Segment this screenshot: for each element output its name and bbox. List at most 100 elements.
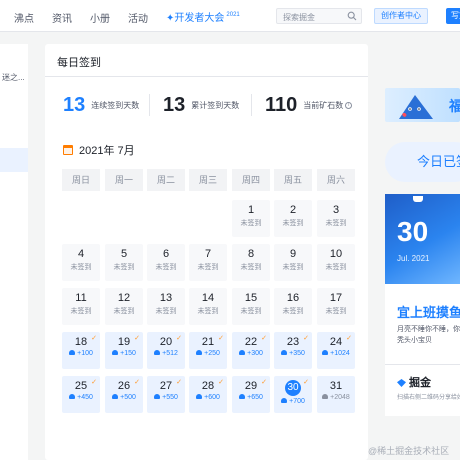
- day-number: 8: [247, 248, 255, 260]
- unsigned-label: 未签到: [240, 264, 262, 271]
- nav-item-news[interactable]: 资讯: [52, 10, 72, 25]
- calendar-day[interactable]: 5 未签到: [105, 244, 143, 281]
- nav-item-books[interactable]: 小册: [90, 10, 110, 25]
- stat-consecutive-days: 13 连续签到天数: [63, 94, 139, 117]
- day-number: 11: [75, 292, 87, 304]
- calendar-day[interactable]: 7 未签到: [189, 244, 227, 281]
- fortune-title: 宜上班摸鱼: [397, 305, 460, 320]
- calendar-day[interactable]: 20 ✓ +512: [147, 332, 185, 369]
- unsigned-label: 未签到: [197, 264, 219, 271]
- check-icon: ✓: [176, 335, 182, 342]
- weekday-label: 周五: [274, 169, 312, 191]
- ore-reward: +500: [120, 394, 136, 401]
- nav-item-pins[interactable]: 沸点: [14, 10, 34, 25]
- calendar-day[interactable]: 17 未签到: [317, 288, 355, 325]
- calendar-day[interactable]: 19 ✓ +150: [105, 332, 143, 369]
- ore-reward-row: +350: [274, 350, 312, 357]
- calendar-day[interactable]: 2 未签到: [274, 200, 312, 237]
- stat-consecutive-value: 13: [63, 94, 86, 116]
- calendar-day[interactable]: 6 未签到: [147, 244, 185, 281]
- lucky-banner[interactable]: 福: [385, 88, 460, 122]
- calendar-day[interactable]: 25 ✓ +450: [62, 376, 100, 413]
- stat-ore-value: 110: [265, 94, 298, 116]
- calendar-day[interactable]: 14 未签到: [189, 288, 227, 325]
- calendar-day[interactable]: 11 未签到: [62, 288, 100, 325]
- ore-icon: [112, 350, 119, 355]
- day-number: 16: [286, 292, 300, 304]
- unsigned-label: 未签到: [282, 264, 304, 271]
- calendar-day-today[interactable]: 30 ✓ +700: [274, 376, 312, 413]
- qr-hint: 扫描右侧二维码分享给好友: [397, 395, 460, 401]
- ore-reward-row: +700: [274, 398, 312, 405]
- calendar-day[interactable]: 21 ✓ +250: [189, 332, 227, 369]
- fortune-divider: [385, 364, 460, 365]
- day-number: 5: [120, 248, 128, 260]
- check-icon: ✓: [303, 335, 309, 342]
- calendar-day[interactable]: 4 未签到: [62, 244, 100, 281]
- ore-reward-row: +250: [189, 350, 227, 357]
- day-number: 12: [117, 292, 131, 304]
- ore-icon: [322, 350, 329, 355]
- calendar-day[interactable]: 31 +2048: [317, 376, 355, 413]
- ore-icon: [69, 394, 76, 399]
- stat-ore-label: 当前矿石数: [303, 101, 344, 110]
- check-icon: ✓: [134, 335, 140, 342]
- ore-reward: +1024: [330, 350, 350, 357]
- nav-dev-conference-label: 开发者大会: [174, 13, 225, 24]
- calendar-day[interactable]: 12 未签到: [105, 288, 143, 325]
- month-header: 2021年 7月: [63, 142, 135, 158]
- today-signed-button[interactable]: 今日已签到: [385, 142, 460, 182]
- ore-reward: +100: [77, 350, 93, 357]
- calendar-day[interactable]: 26 ✓ +500: [105, 376, 143, 413]
- stat-consecutive-label: 连续签到天数: [91, 101, 140, 110]
- calendar-day[interactable]: 8 未签到: [232, 244, 270, 281]
- day-number: 10: [329, 248, 343, 260]
- calendar-day[interactable]: 1 未签到: [232, 200, 270, 237]
- ore-reward-row: +512: [147, 350, 185, 357]
- ore-reward: +512: [162, 350, 178, 357]
- banner-text: 福: [449, 98, 460, 114]
- calendar-day[interactable]: 9 未签到: [274, 244, 312, 281]
- ore-reward: +650: [247, 394, 263, 401]
- ore-reward-row: +450: [62, 394, 100, 401]
- search-icon[interactable]: [347, 11, 357, 21]
- calendar-day[interactable]: 29 ✓ +650: [232, 376, 270, 413]
- info-icon[interactable]: i: [345, 102, 353, 109]
- ore-reward: +300: [247, 350, 263, 357]
- nav-dev-conference-badge: 2021: [226, 12, 240, 18]
- ore-reward: +600: [204, 394, 220, 401]
- calendar-day[interactable]: 24 ✓ +1024: [317, 332, 355, 369]
- calendar-day[interactable]: 22 ✓ +300: [232, 332, 270, 369]
- write-article-button[interactable]: 写文: [446, 8, 460, 24]
- check-icon: ✓: [218, 379, 224, 386]
- check-icon: ✓: [218, 335, 224, 342]
- day-number: 13: [159, 292, 173, 304]
- nav-dev-conference[interactable]: ✦开发者大会 2021: [166, 9, 240, 24]
- unsigned-label: 未签到: [240, 308, 262, 315]
- unsigned-label: 未签到: [325, 308, 347, 315]
- ore-icon: [281, 398, 288, 403]
- ore-icon: [281, 350, 288, 355]
- calendar-day[interactable]: 10 未签到: [317, 244, 355, 281]
- stat-divider: [149, 94, 150, 116]
- calendar-day[interactable]: 16 未签到: [274, 288, 312, 325]
- juejin-logo-icon: [397, 379, 406, 387]
- calendar-day[interactable]: 18 ✓ +100: [62, 332, 100, 369]
- brand-name: 掘金: [409, 377, 431, 389]
- creator-center-button[interactable]: 创作者中心: [374, 8, 428, 24]
- calendar-day[interactable]: 27 ✓ +550: [147, 376, 185, 413]
- calendar-day[interactable]: 3 未签到: [317, 200, 355, 237]
- ore-reward: +2048: [330, 394, 350, 401]
- unsigned-label: 未签到: [197, 308, 219, 315]
- sidebar-item-selected[interactable]: [0, 148, 28, 172]
- ore-reward-row: +1024: [317, 350, 355, 357]
- calendar-day[interactable]: 28 ✓ +600: [189, 376, 227, 413]
- search-input[interactable]: 探索掘金: [276, 8, 362, 24]
- calendar-day[interactable]: 13 未签到: [147, 288, 185, 325]
- nav-item-events[interactable]: 活动: [128, 10, 148, 25]
- weekday-label: 周四: [232, 169, 270, 191]
- calendar-day[interactable]: 23 ✓ +350: [274, 332, 312, 369]
- calendar-day[interactable]: 15 未签到: [232, 288, 270, 325]
- ore-reward-row: +2048: [317, 394, 355, 401]
- brand-logo: 掘金: [397, 374, 431, 390]
